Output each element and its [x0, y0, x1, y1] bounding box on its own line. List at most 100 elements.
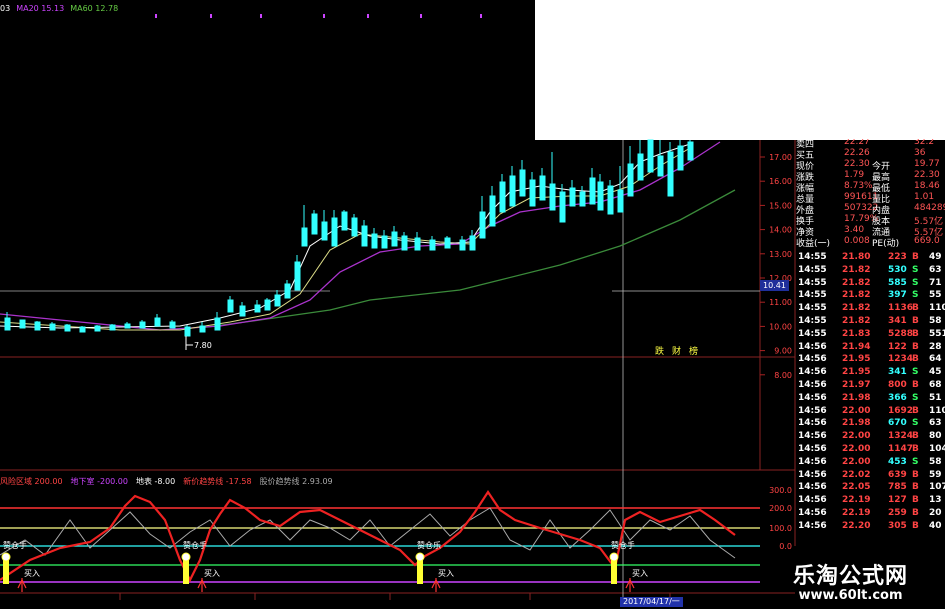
quote-row: 收益(一) 0.008 PE(动) 669.0: [796, 236, 945, 249]
candle-body: [597, 181, 604, 211]
legend-risk-zone: 风险区域 200.00: [0, 477, 63, 486]
tick-cell: 5288: [888, 328, 914, 339]
tick-cell: B: [912, 354, 919, 365]
price-tick-label: 14.00: [769, 226, 792, 235]
tick-row: 14:55 21.82 1136 B 110: [796, 303, 945, 316]
tick-cell: 14:55: [798, 316, 827, 326]
buy-signal-dot: [1, 552, 11, 562]
price-tick-label: 8.00: [774, 371, 792, 380]
tick-cell: B: [912, 508, 919, 518]
tick-row: 14:56 22.20 305 B 40: [796, 521, 945, 534]
news-tag-3[interactable]: 榜: [689, 345, 698, 357]
buy-signal-bar: [611, 560, 617, 584]
candle-body: [139, 321, 146, 329]
candle-body: [154, 317, 161, 327]
tick-cell: 22.19: [842, 508, 871, 518]
tick-cell: 22.00: [842, 431, 871, 442]
candle-body: [459, 239, 466, 251]
tick-cell: 14:56: [798, 380, 827, 390]
candle-body: [539, 175, 546, 201]
candle-body: [301, 227, 308, 247]
tick-cell: S: [912, 367, 919, 378]
candle-body: [677, 145, 684, 171]
tick-cell: 21.82: [842, 290, 871, 301]
brand-name: 乐淘公式网: [792, 564, 908, 589]
candle-body: [311, 213, 318, 235]
quote-cell: 收益(一): [796, 239, 831, 249]
tick-cell: 45: [929, 367, 942, 378]
tick-cell: B: [912, 482, 919, 493]
candlesticks: [4, 139, 694, 337]
tick-row: 14:56 22.05 785 B 107: [796, 482, 945, 495]
tick-cell: 20: [929, 508, 942, 518]
tick-cell: 51: [929, 392, 942, 403]
tick-cell: 63: [929, 264, 942, 275]
tick-cell: 22.20: [842, 520, 871, 531]
candle-body: [331, 217, 338, 247]
tick-cell: 22.00: [842, 444, 871, 454]
quote-cell: 1.79: [844, 170, 865, 180]
tick-cell: 14:56: [798, 431, 827, 442]
buy-signal-dot: [181, 552, 191, 562]
ma5-line: [0, 143, 691, 329]
price-tick-label: 10.00: [769, 322, 792, 331]
tick-row: 14:56 21.98 366 S 51: [796, 393, 945, 406]
candle-body: [549, 183, 556, 211]
entry-label: 赞仓乐: [417, 540, 441, 550]
tick-cell: S: [912, 418, 919, 429]
entry-label: 赞仓手: [183, 540, 207, 550]
news-tag-2[interactable]: 财: [672, 345, 681, 357]
legend-new-trend: 新价趋势线 -17.58: [183, 477, 252, 486]
quote-cell: 22.30: [914, 170, 940, 180]
tick-cell: 22.19: [842, 495, 871, 506]
candle-body: [579, 191, 586, 207]
buy-signal-bar: [417, 560, 423, 584]
candle-body: [391, 231, 398, 247]
tick-cell: 68: [929, 380, 942, 390]
tick-row: 14:56 22.02 639 B 59: [796, 470, 945, 483]
tick-cell: B: [912, 316, 919, 326]
tick-cell: 21.97: [842, 380, 871, 390]
tick-cell: 13: [929, 495, 942, 506]
tick-cell: 800: [888, 380, 907, 390]
entry-label: 赞仓手: [611, 540, 635, 550]
entry-label: 赞仓手: [3, 540, 27, 550]
candle-body: [361, 225, 368, 247]
legend-price-trend: 股价趋势线 2.93.09: [259, 477, 333, 486]
sub-axis-label: 100.0: [769, 524, 792, 533]
candle-body: [124, 323, 131, 329]
candle-body: [469, 235, 476, 251]
news-tag-1[interactable]: 跌: [655, 346, 664, 357]
candle-body: [239, 305, 246, 317]
event-marker: [260, 14, 262, 18]
candle-body: [381, 235, 388, 249]
tick-cell: 14:56: [798, 341, 827, 352]
candle-body: [569, 187, 576, 207]
tick-row: 14:55 21.82 397 S 55: [796, 290, 945, 303]
ma20-line: [0, 141, 721, 331]
tick-cell: 453: [888, 456, 907, 467]
candle-body: [79, 326, 86, 333]
tick-cell: 14:56: [798, 495, 827, 506]
tick-cell: 21.95: [842, 367, 871, 378]
tick-cell: 22.00: [842, 456, 871, 467]
tick-row: 14:56 22.00 453 S 58: [796, 457, 945, 470]
tick-cell: 259: [888, 508, 907, 518]
tick-row: 14:56 21.95 341 S 45: [796, 367, 945, 380]
tick-cell: 14:56: [798, 444, 827, 454]
quote-cell: 19.77: [914, 159, 940, 169]
candle-body: [371, 233, 378, 249]
tick-cell: 551: [929, 328, 945, 339]
tick-cell: 14:56: [798, 482, 827, 493]
tick-cell: 530: [888, 264, 907, 275]
tick-cell: 21.98: [842, 392, 871, 403]
tick-cell: 14:56: [798, 392, 827, 403]
tick-cell: 22.02: [842, 469, 871, 480]
tick-cell: 14:55: [798, 290, 827, 301]
quote-cell: 32.2: [914, 139, 935, 147]
buy-signal-bar: [183, 560, 189, 584]
tick-cell: 14:56: [798, 367, 827, 378]
tick-row: 14:56 21.97 800 B 68: [796, 380, 945, 393]
tick-cell: 59: [929, 469, 942, 480]
tick-cell: 1234: [888, 354, 914, 365]
